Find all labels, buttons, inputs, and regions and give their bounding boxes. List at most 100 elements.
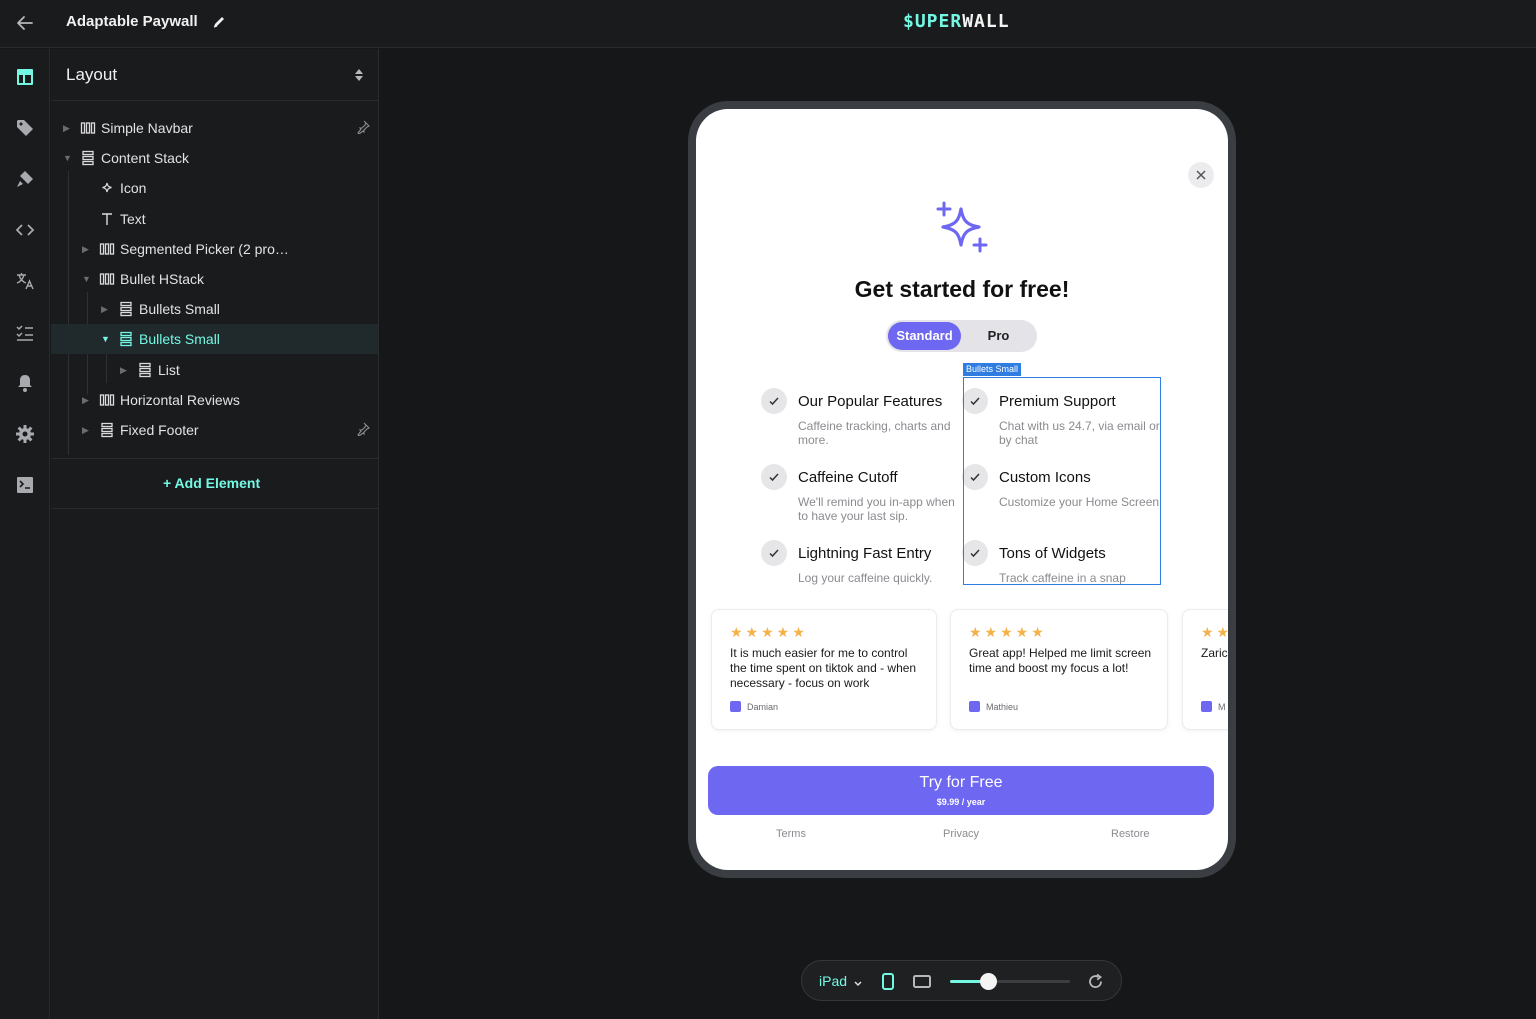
- tree-item[interactable]: ▶ Segmented Picker (2 pro…: [51, 234, 378, 264]
- pin-icon[interactable]: [356, 422, 370, 437]
- feature-description: Caffeine tracking, charts and more.: [798, 419, 951, 447]
- segment-standard[interactable]: Standard: [888, 322, 961, 350]
- tree-item-label: Bullet HStack: [120, 271, 205, 287]
- plus-icon: +: [163, 475, 175, 491]
- feature-title: Caffeine Cutoff: [798, 469, 898, 486]
- bell-icon[interactable]: [13, 371, 37, 395]
- sort-icon[interactable]: [353, 67, 365, 83]
- add-element-row: + Add Element: [51, 458, 378, 509]
- tag-icon[interactable]: [13, 116, 37, 140]
- terms-link[interactable]: Terms: [776, 828, 806, 840]
- ipad-frame: Get started for free! Standard Pro Our P…: [688, 101, 1236, 878]
- review-text: It is much easier for me to control the …: [730, 646, 917, 690]
- tree-item[interactable]: ▼ Bullet HStack: [51, 264, 378, 294]
- caret-down-icon[interactable]: ▼: [101, 334, 111, 344]
- vstack-icon: [118, 301, 134, 317]
- feature-title: Lightning Fast Entry: [798, 545, 932, 562]
- star-rating: ★★★★★: [969, 624, 1047, 640]
- vstack-icon: [99, 422, 115, 438]
- try-for-free-button[interactable]: Try for Free $9.99 / year: [708, 766, 1214, 815]
- user-icon: [969, 701, 980, 712]
- text-icon: [99, 211, 115, 227]
- tree-item-label: Icon: [120, 180, 147, 197]
- code-icon[interactable]: [13, 218, 37, 242]
- paywall-headline[interactable]: Get started for free!: [696, 276, 1228, 303]
- vstack-icon: [80, 150, 96, 166]
- caret-right-icon[interactable]: ▶: [101, 304, 111, 314]
- landscape-icon[interactable]: [913, 975, 931, 988]
- tree-item[interactable]: ▶ Bullets Small: [51, 294, 378, 324]
- hstack-icon: [99, 271, 115, 287]
- caret-down-icon[interactable]: ▼: [63, 153, 73, 163]
- tree-item-label: Segmented Picker (2 pro…: [120, 240, 289, 257]
- tree-item-label: Simple Navbar: [101, 120, 193, 136]
- tree-item[interactable]: ▶ Horizontal Reviews: [51, 385, 378, 415]
- tree-item[interactable]: ▼ Content Stack: [51, 143, 378, 173]
- caret-right-icon[interactable]: ▶: [82, 395, 92, 405]
- tree-item-label: Bullets Small: [139, 301, 220, 318]
- selection-label: Bullets Small: [963, 363, 1022, 376]
- tree-item-label: Content Stack: [101, 150, 189, 167]
- tree-item[interactable]: ▼ Bullets Small: [51, 324, 378, 355]
- paywall-screen: Get started for free! Standard Pro Our P…: [696, 109, 1228, 870]
- selection-outline[interactable]: [963, 377, 1161, 585]
- privacy-link[interactable]: Privacy: [943, 828, 979, 840]
- pencil-icon[interactable]: [211, 14, 227, 30]
- tree-item[interactable]: ▶ List: [51, 355, 378, 385]
- checklist-icon[interactable]: [13, 320, 37, 344]
- review-author: M: [1201, 701, 1226, 712]
- translate-icon[interactable]: [13, 269, 37, 293]
- segment-pro[interactable]: Pro: [962, 322, 1035, 350]
- tree-item-label: Horizontal Reviews: [120, 391, 240, 408]
- paywall-title[interactable]: Adaptable Paywall: [66, 13, 198, 30]
- hstack-icon: [99, 241, 115, 257]
- review-author: Mathieu: [969, 701, 1018, 712]
- cta-label: Try for Free: [919, 774, 1003, 791]
- caret-right-icon[interactable]: ▶: [82, 425, 92, 435]
- review-card[interactable]: ★★ Zaric intru and s M: [1182, 609, 1228, 730]
- close-icon[interactable]: [1188, 162, 1214, 188]
- star-rating: ★★: [1201, 624, 1228, 640]
- restore-link[interactable]: Restore: [1111, 828, 1150, 840]
- add-element-button[interactable]: + Add Element: [163, 475, 260, 491]
- gear-icon[interactable]: [13, 422, 37, 446]
- refresh-icon[interactable]: [1087, 973, 1104, 990]
- caret-right-icon[interactable]: ▶: [120, 365, 130, 375]
- review-text: Great app! Helped me limit screen time a…: [969, 646, 1152, 675]
- terminal-icon[interactable]: [13, 473, 37, 497]
- caret-down-icon[interactable]: ▼: [82, 274, 92, 284]
- layout-panel-header[interactable]: Layout: [51, 49, 379, 101]
- layout-icon[interactable]: [13, 65, 37, 89]
- sparkles-icon[interactable]: [932, 199, 990, 257]
- preview-toolbar: iPad: [801, 960, 1122, 1001]
- panel-title: Layout: [66, 65, 118, 84]
- checkmark-icon: [761, 464, 787, 490]
- user-icon: [1201, 701, 1212, 712]
- portrait-icon[interactable]: [882, 973, 894, 990]
- segmented-picker[interactable]: Standard Pro: [886, 320, 1037, 352]
- review-card[interactable]: ★★★★★ Great app! Helped me limit screen t…: [950, 609, 1168, 730]
- caret-right-icon[interactable]: ▶: [82, 244, 92, 254]
- tree-item-label: List: [158, 361, 180, 378]
- tree-item[interactable]: Icon: [51, 173, 378, 203]
- tree-item[interactable]: ▶ Simple Navbar: [51, 113, 378, 143]
- feature-title: Our Popular Features: [798, 393, 943, 410]
- zoom-slider[interactable]: [950, 980, 1070, 983]
- chevron-down-icon[interactable]: [853, 976, 863, 987]
- top-bar: Adaptable Paywall $UPERWALL: [0, 0, 1536, 48]
- caret-right-icon[interactable]: ▶: [63, 123, 73, 133]
- tree-item[interactable]: ▶ Fixed Footer: [51, 415, 378, 445]
- zoom-slider-handle[interactable]: [980, 973, 998, 990]
- hstack-icon: [80, 120, 96, 136]
- feature-description: Log your caffeine quickly.: [798, 571, 933, 585]
- tree-item-label: Bullets Small: [139, 331, 220, 348]
- device-selector[interactable]: iPad: [819, 973, 847, 989]
- paint-icon[interactable]: [13, 167, 37, 191]
- tree-item[interactable]: Text: [51, 204, 378, 234]
- pin-icon[interactable]: [356, 120, 370, 135]
- feature-description: We'll remind you in-app when to have you…: [798, 495, 955, 523]
- cta-price: $9.99 / year: [936, 797, 986, 807]
- back-arrow-icon[interactable]: [12, 10, 38, 36]
- review-card[interactable]: ★★★★★ It is much easier for me to control…: [711, 609, 937, 730]
